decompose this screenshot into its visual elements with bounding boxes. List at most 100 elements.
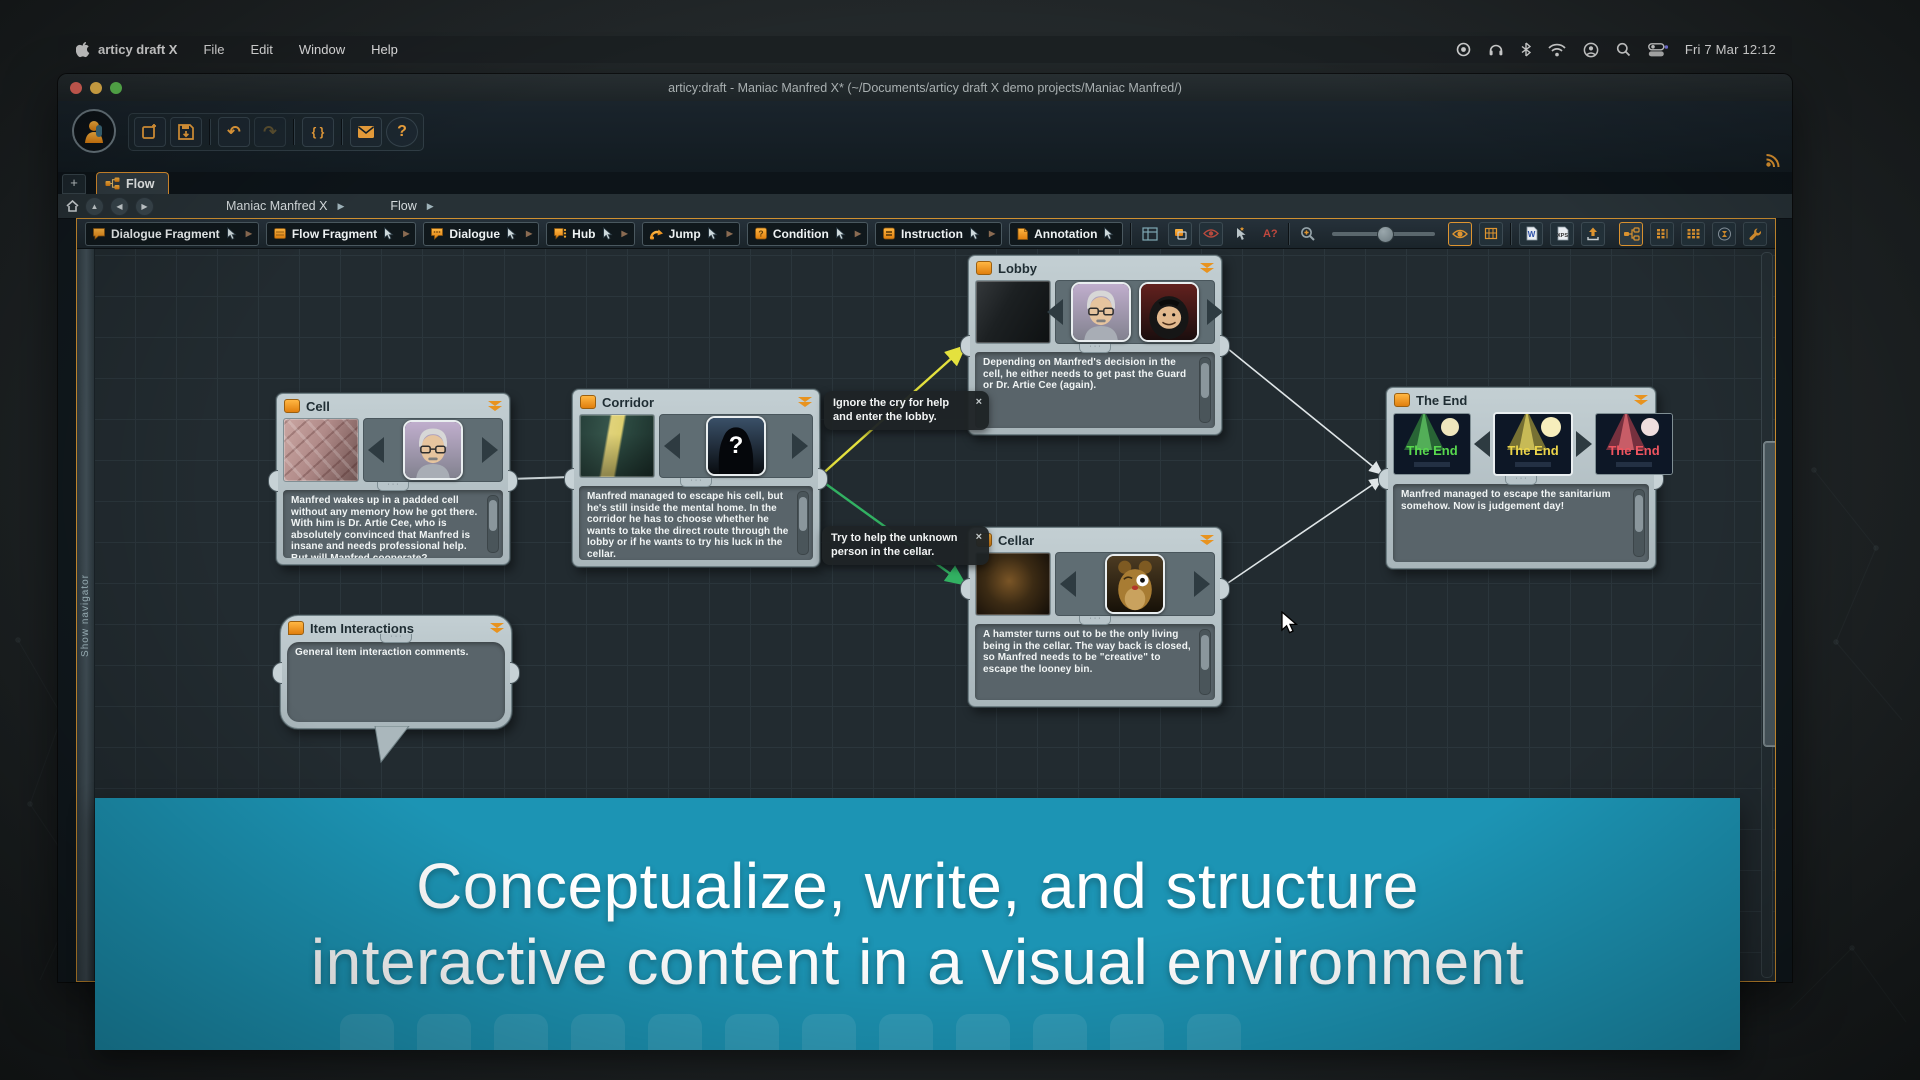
scroll-thumb[interactable] — [799, 497, 807, 531]
palette-hub-button[interactable]: Hub ▶ — [546, 222, 634, 246]
palette-dialogue-button[interactable]: Dialogue ▶ — [423, 222, 539, 246]
scroll-thumb[interactable] — [1763, 441, 1775, 747]
menu-window[interactable]: Window — [299, 42, 345, 57]
node-text-area[interactable]: Manfred wakes up in a padded cell withou… — [283, 490, 503, 558]
node-text-area[interactable]: A hamster turns out to be the only livin… — [975, 624, 1215, 700]
zoom-window-button[interactable] — [110, 82, 122, 94]
control-center-icon[interactable] — [1648, 43, 1668, 57]
carousel-left-icon[interactable] — [1474, 431, 1490, 457]
window-titlebar[interactable]: articy:draft - Maniac Manfred X* (~/Docu… — [58, 74, 1792, 101]
output-pin[interactable] — [818, 468, 828, 490]
carousel-right-icon[interactable] — [1194, 571, 1210, 597]
palette-jump-button[interactable]: Jump ▶ — [642, 222, 740, 246]
export-xps-icon[interactable]: XPS — [1550, 222, 1574, 246]
palette-dropdown-icon[interactable]: ▶ — [526, 229, 532, 238]
spotlight-search-icon[interactable] — [1616, 42, 1631, 57]
collapse-chevron-icon[interactable] — [1199, 535, 1215, 545]
breadcrumb-separator-icon[interactable]: ▶ — [427, 201, 434, 212]
flow-node-lobby[interactable]: Lobby · · · — [968, 255, 1222, 435]
location-thumbnail-corridor[interactable] — [579, 414, 655, 478]
resize-handle[interactable]: · · · — [1505, 476, 1537, 485]
home-icon[interactable] — [66, 198, 79, 215]
screen-record-icon[interactable] — [1456, 42, 1471, 57]
portrait-guard[interactable] — [1139, 282, 1199, 342]
palette-annotation-button[interactable]: Annotation — [1009, 222, 1123, 246]
grid-small-icon[interactable] — [1650, 222, 1674, 246]
layers-icon[interactable] — [1168, 222, 1192, 246]
output-pin[interactable] — [1220, 335, 1230, 357]
canvas-vertical-scrollbar[interactable] — [1761, 252, 1773, 978]
flow-node-the-end[interactable]: The End The End — [1386, 387, 1656, 569]
palette-dropdown-icon[interactable]: ▶ — [246, 229, 252, 238]
apple-logo-icon[interactable] — [76, 42, 90, 58]
collapse-chevron-icon[interactable] — [487, 401, 503, 411]
portrait-dr-artie-cee[interactable] — [403, 420, 463, 480]
collapse-chevron-icon[interactable] — [1199, 263, 1215, 273]
palette-dropdown-icon[interactable]: ▶ — [989, 229, 995, 238]
breadcrumb-separator-icon[interactable]: ▶ — [337, 201, 344, 212]
ending-thumbnail-green[interactable]: The End — [1393, 413, 1471, 475]
focus-mode-icon[interactable] — [1448, 222, 1472, 246]
palette-dropdown-icon[interactable]: ▶ — [855, 229, 861, 238]
redo-button[interactable]: ↷ — [254, 117, 286, 147]
menu-edit[interactable]: Edit — [250, 42, 272, 57]
close-icon[interactable]: × — [976, 531, 982, 545]
collapse-chevron-icon[interactable] — [797, 397, 813, 407]
node-header[interactable]: Cellar — [969, 528, 1221, 550]
flow-node-corridor[interactable]: Corridor ? — [572, 389, 820, 567]
node-text-area[interactable]: General item interaction comments. — [287, 642, 505, 722]
wifi-icon[interactable] — [1548, 43, 1566, 57]
carousel-left-icon[interactable] — [664, 433, 680, 459]
flow-node-item-interactions[interactable]: Item Interactions · · · General item int… — [280, 615, 512, 729]
presentation-mode-icon[interactable] — [1712, 222, 1736, 246]
connections-view-icon[interactable] — [1619, 222, 1643, 246]
node-text-area[interactable]: Depending on Manfred's decision in the c… — [975, 352, 1215, 428]
menu-file[interactable]: File — [203, 42, 224, 57]
navigate-back-button[interactable]: ◀ — [110, 197, 129, 216]
palette-condition-button[interactable]: ? Condition ▶ — [747, 222, 868, 246]
live-updates-icon[interactable] — [1765, 154, 1782, 168]
flow-node-cellar[interactable]: Cellar · · · — [968, 527, 1222, 707]
visibility-eye-icon[interactable] — [1199, 222, 1223, 246]
node-text-area[interactable]: Manfred managed to escape his cell, but … — [579, 486, 813, 560]
user-avatar-button[interactable] — [72, 109, 116, 153]
input-pin[interactable] — [272, 662, 282, 684]
save-button[interactable] — [170, 117, 202, 147]
palette-dropdown-icon[interactable]: ▶ — [727, 229, 733, 238]
portrait-dr-artie-cee[interactable] — [1071, 282, 1131, 342]
close-icon[interactable]: × — [976, 396, 982, 410]
carousel-right-icon[interactable] — [1207, 299, 1223, 325]
carousel-left-icon[interactable] — [1060, 571, 1076, 597]
portrait-unknown-person[interactable]: ? — [706, 416, 766, 476]
palette-dropdown-icon[interactable]: ▶ — [622, 229, 628, 238]
scroll-thumb[interactable] — [1635, 495, 1643, 531]
palette-flow-fragment-button[interactable]: Flow Fragment ▶ — [266, 222, 417, 246]
table-view-icon[interactable] — [1139, 223, 1161, 245]
collapse-chevron-icon[interactable] — [1633, 395, 1649, 405]
show-navigator-label[interactable]: Show navigator — [80, 574, 91, 657]
location-thumbnail-lobby[interactable] — [975, 280, 1051, 344]
carousel-right-icon[interactable] — [1576, 431, 1592, 457]
node-header[interactable]: The End — [1387, 388, 1655, 410]
resize-handle[interactable]: · · · — [377, 482, 409, 491]
node-text-area[interactable]: Manfred managed to escape the sanitarium… — [1393, 484, 1649, 562]
minimize-window-button[interactable] — [90, 82, 102, 94]
bluetooth-icon[interactable] — [1521, 42, 1531, 57]
output-pin[interactable] — [508, 470, 518, 492]
scroll-thumb[interactable] — [1201, 635, 1209, 670]
mail-feedback-button[interactable] — [350, 117, 382, 147]
close-window-button[interactable] — [70, 82, 82, 94]
export-word-icon[interactable]: W — [1519, 222, 1543, 246]
palette-dialogue-fragment-button[interactable]: Dialogue Fragment ▶ — [85, 222, 259, 246]
palette-dropdown-icon[interactable]: ▶ — [403, 229, 409, 238]
menu-help[interactable]: Help — [371, 42, 398, 57]
resize-handle[interactable]: · · · — [1079, 616, 1111, 625]
user-account-icon[interactable] — [1583, 42, 1599, 58]
scroll-thumb[interactable] — [489, 500, 497, 531]
resize-handle[interactable]: · · · — [1079, 344, 1111, 353]
breadcrumb-flow[interactable]: Flow — [390, 199, 416, 213]
navigate-forward-button[interactable]: ▶ — [135, 197, 154, 216]
ending-thumbnail-red[interactable]: The End — [1595, 413, 1673, 475]
node-header[interactable]: Lobby — [969, 256, 1221, 278]
tab-flow[interactable]: Flow — [96, 172, 169, 194]
